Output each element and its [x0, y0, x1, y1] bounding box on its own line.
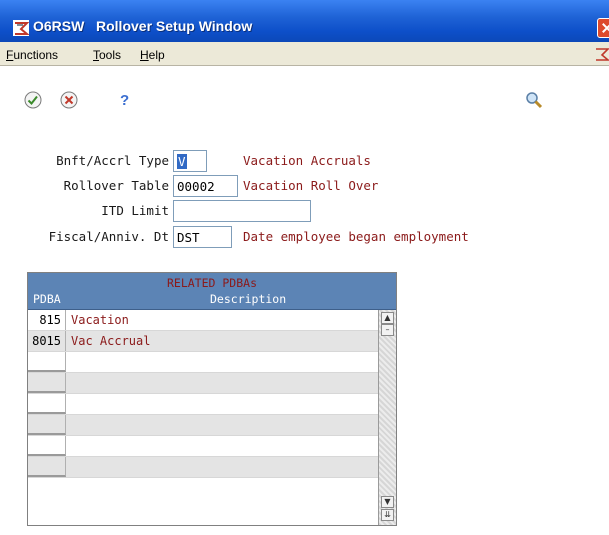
pdba-cell[interactable]: 815: [28, 310, 66, 330]
rollover-table-label: Rollover Table: [63, 178, 169, 193]
bnft-accrl-type-description: Vacation Accruals: [243, 153, 371, 168]
jde-logo-icon: [596, 48, 609, 61]
scroll-up-button[interactable]: ▲: [381, 312, 394, 324]
table-row[interactable]: 8015 Vac Accrual: [28, 331, 378, 352]
column-header-pdba[interactable]: PDBA: [33, 292, 61, 306]
svg-text:?: ?: [120, 92, 129, 109]
itd-limit-input[interactable]: [173, 200, 311, 222]
left-strip: [0, 66, 10, 535]
rollover-setup-window: O6RSW Rollover Setup Window Functions To…: [0, 0, 609, 535]
scroll-end-button[interactable]: ⇊: [381, 509, 394, 521]
fiscal-anniv-dt-label: Fiscal/Anniv. Dt: [48, 229, 169, 244]
grid-title: RELATED PDBAs: [166, 276, 257, 290]
column-header-description[interactable]: Description: [210, 292, 286, 306]
table-row[interactable]: [28, 394, 378, 415]
rollover-table-description: Vacation Roll Over: [243, 178, 379, 193]
table-row[interactable]: [28, 436, 378, 457]
pdba-cell[interactable]: [28, 457, 66, 477]
close-button[interactable]: [597, 18, 609, 38]
bnft-accrl-type-label: Bnft/Accrl Type: [56, 153, 169, 168]
table-row[interactable]: [28, 373, 378, 394]
checkmark-icon[interactable]: [24, 91, 42, 109]
pdba-cell[interactable]: [28, 415, 66, 435]
menu-tools[interactable]: Tools: [93, 48, 121, 62]
table-row[interactable]: [28, 352, 378, 373]
fiscal-anniv-dt-input[interactable]: DST: [173, 226, 232, 248]
scroll-down-arrow-icon[interactable]: ▼: [381, 496, 394, 508]
menu-bar: Functions Tools Help: [0, 42, 609, 66]
menu-functions[interactable]: Functions: [6, 48, 58, 62]
pdba-cell[interactable]: [28, 436, 66, 456]
pdba-cell[interactable]: 8015: [28, 331, 66, 351]
title-bar: O6RSW Rollover Setup Window: [0, 0, 609, 42]
question-mark-icon[interactable]: ?: [119, 91, 133, 109]
pdba-cell[interactable]: [28, 394, 66, 414]
itd-limit-label: ITD Limit: [101, 203, 169, 218]
table-row[interactable]: 815 Vacation: [28, 310, 378, 331]
table-row[interactable]: [28, 415, 378, 436]
form-area: ? Bnft/Accrl Type V Vacation Accruals Ro…: [0, 66, 609, 535]
bnft-accrl-type-input[interactable]: V: [173, 150, 207, 172]
cancel-x-icon[interactable]: [60, 91, 78, 109]
jde-logo-icon: [13, 20, 29, 36]
related-pdbas-grid: RELATED PDBAs PDBA Description 815 Vacat…: [27, 272, 397, 526]
grid-scrollbar[interactable]: ▲ – ▼ ⇊: [378, 310, 396, 525]
menu-help[interactable]: Help: [140, 48, 165, 62]
pdba-cell[interactable]: [28, 352, 66, 372]
window-title: O6RSW Rollover Setup Window: [33, 18, 253, 34]
fiscal-anniv-dt-description: Date employee began employment: [243, 229, 469, 244]
scroll-thumb[interactable]: –: [381, 324, 394, 336]
description-cell: Vacation: [71, 313, 129, 327]
description-cell: Vac Accrual: [71, 334, 151, 348]
magnifier-icon[interactable]: [525, 91, 543, 109]
table-row[interactable]: [28, 457, 378, 478]
pdba-cell[interactable]: [28, 373, 66, 393]
grid-header: RELATED PDBAs PDBA Description: [28, 273, 396, 310]
rollover-table-input[interactable]: 00002: [173, 175, 238, 197]
